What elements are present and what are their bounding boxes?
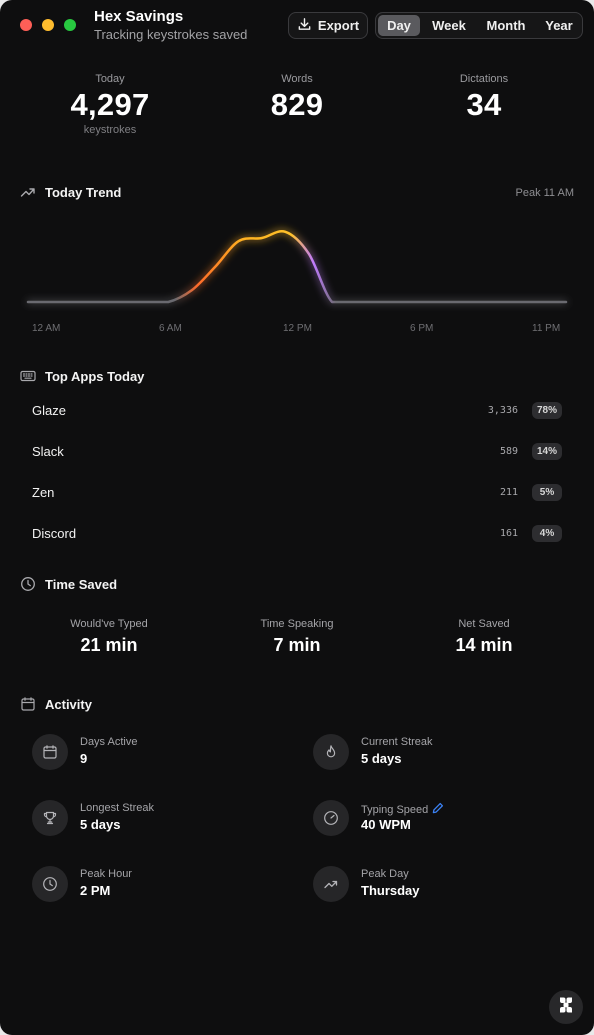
trend-up-icon <box>313 866 349 902</box>
keyboard-icon <box>20 368 36 384</box>
app-name: Discord <box>32 526 77 541</box>
activity-label-row: Typing Speed <box>361 802 444 817</box>
time-saved-label: Would've Typed <box>70 618 148 630</box>
trophy-icon <box>32 800 68 836</box>
speedometer-icon <box>313 800 349 836</box>
stat-label: Today <box>95 73 125 85</box>
x-tick-label: 12 PM <box>283 323 312 334</box>
period-day[interactable]: Day <box>378 15 420 36</box>
app-row[interactable]: Discord 161 4% <box>32 524 562 544</box>
activity-value: 2 PM <box>80 883 111 898</box>
export-button[interactable]: Export <box>288 12 368 39</box>
app-row[interactable]: Slack 589 14% <box>32 442 562 462</box>
stat-value: 829 <box>270 87 324 122</box>
activity-value: 40 WPM <box>361 817 411 832</box>
app-row[interactable]: Zen 211 5% <box>32 483 562 503</box>
trend-section-header: Today Trend <box>20 184 121 200</box>
app-name: Slack <box>32 444 64 459</box>
activity-current-streak: Current Streak 5 days <box>313 734 553 774</box>
stat-today: Today 4,297 keystrokes <box>40 73 180 136</box>
period-year[interactable]: Year <box>538 15 580 36</box>
window-subtitle: Tracking keystrokes saved <box>94 27 248 42</box>
stat-words: Words 829 <box>227 73 367 123</box>
activity-label: Current Streak <box>361 736 433 748</box>
app-name: Zen <box>32 485 55 500</box>
app-percent-badge: 5% <box>532 484 562 501</box>
activity-days-active: Days Active 9 <box>32 734 272 774</box>
trend-series-line <box>26 230 568 304</box>
top-apps-section-header: Top Apps Today <box>20 368 144 384</box>
calendar-icon <box>20 696 36 712</box>
time-saved-label: Net Saved <box>458 618 510 630</box>
time-saved-value: 14 min <box>455 635 513 655</box>
stat-value: 34 <box>466 87 502 122</box>
time-saved-label: Time Speaking <box>260 618 334 630</box>
activity-label: Peak Hour <box>80 868 132 880</box>
stat-dictations: Dictations 34 <box>414 73 554 123</box>
stat-unit: keystrokes <box>83 124 137 136</box>
stat-value: 4,297 <box>70 87 150 122</box>
activity-longest-streak: Longest Streak 5 days <box>32 800 272 840</box>
clock-icon <box>20 576 36 592</box>
app-name: Glaze <box>32 403 66 418</box>
app-percent-badge: 14% <box>531 443 562 460</box>
activity-label: Typing Speed <box>361 803 429 816</box>
activity-value: 5 days <box>361 751 402 766</box>
minimize-window-button[interactable] <box>42 19 54 31</box>
activity-value: Thursday <box>361 883 420 898</box>
app-percent-badge: 78% <box>531 402 562 419</box>
calendar-icon <box>32 734 68 770</box>
trend-up-icon <box>20 184 36 200</box>
app-window: Hex Savings Tracking keystrokes saved Ex… <box>0 0 594 1035</box>
time-saved-time-speaking: Time Speaking 7 min <box>217 618 377 656</box>
trend-peak-label: Peak 11 AM <box>515 187 575 199</box>
period-week[interactable]: Week <box>424 15 474 36</box>
time-saved-would-have-typed: Would've Typed 21 min <box>29 618 189 656</box>
activity-label: Longest Streak <box>80 802 154 814</box>
activity-value: 9 <box>80 751 88 766</box>
activity-label: Peak Day <box>361 868 409 880</box>
flame-icon <box>313 734 349 770</box>
stat-label: Words <box>281 73 313 85</box>
app-count: 589 <box>499 446 518 457</box>
app-count: 211 <box>499 487 518 498</box>
top-apps-title: Top Apps Today <box>45 368 145 384</box>
activity-typing-speed: Typing Speed 40 WPM <box>313 800 553 840</box>
x-tick-label: 6 PM <box>410 323 434 334</box>
pencil-edit-icon[interactable] <box>432 802 444 817</box>
time-saved-value: 7 min <box>273 635 321 655</box>
trend-chart <box>26 230 568 304</box>
clock-icon <box>32 866 68 902</box>
x-tick-label: 11 PM <box>532 323 561 334</box>
x-tick-label: 12 AM <box>32 323 61 334</box>
app-count: 161 <box>499 528 518 539</box>
download-icon <box>297 17 312 35</box>
time-saved-net-saved: Net Saved 14 min <box>404 618 564 656</box>
activity-value: 5 days <box>80 817 121 832</box>
time-saved-section-header: Time Saved <box>20 576 117 592</box>
period-segmented-control: Day Week Month Year <box>375 12 583 39</box>
activity-title: Activity <box>45 696 92 712</box>
hex-logo-icon <box>557 996 575 1019</box>
activity-peak-day: Peak Day Thursday <box>313 866 553 906</box>
activity-section-header: Activity <box>20 696 92 712</box>
stat-label: Dictations <box>459 73 509 85</box>
activity-peak-hour: Peak Hour 2 PM <box>32 866 272 906</box>
app-percent-badge: 4% <box>532 525 562 542</box>
app-count: 3,336 <box>487 405 518 416</box>
export-button-label: Export <box>317 18 360 33</box>
close-window-button[interactable] <box>20 19 32 31</box>
time-saved-value: 21 min <box>80 635 138 655</box>
trend-title: Today Trend <box>45 184 122 200</box>
time-saved-title: Time Saved <box>45 576 118 592</box>
period-month[interactable]: Month <box>478 15 534 36</box>
window-title: Hex Savings <box>94 8 184 25</box>
app-row[interactable]: Glaze 3,336 78% <box>32 401 562 421</box>
activity-label: Days Active <box>80 736 138 748</box>
x-tick-label: 6 AM <box>159 323 182 334</box>
hex-logo-button[interactable] <box>549 990 583 1024</box>
zoom-window-button[interactable] <box>64 19 76 31</box>
